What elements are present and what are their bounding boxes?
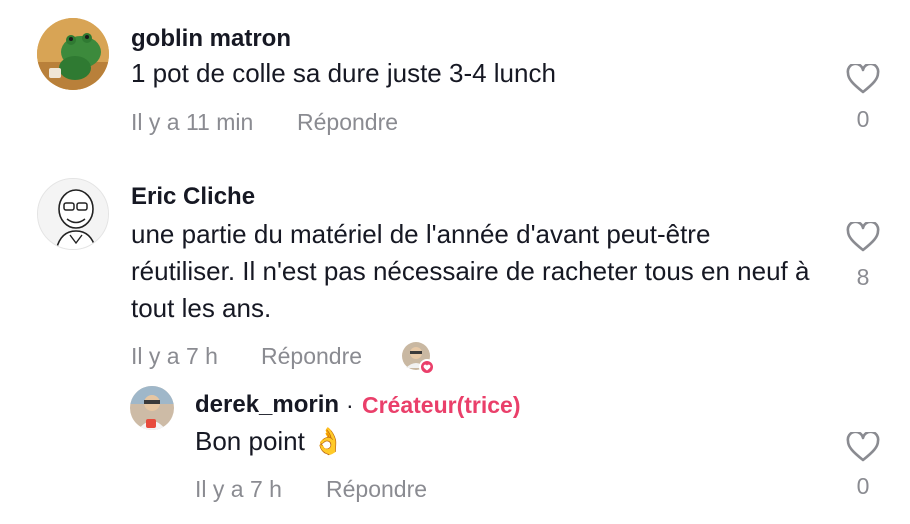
like-button[interactable] [846, 220, 880, 257]
reply-button[interactable]: Répondre [297, 109, 398, 136]
heart-icon [846, 430, 880, 462]
reply-button[interactable]: Répondre [261, 343, 362, 370]
comment-timestamp: Il y a 7 h [131, 343, 218, 369]
comment-text: 1 pot de colle sa dure juste 3-4 lunch [131, 58, 556, 88]
like-button[interactable] [846, 62, 880, 99]
comment-username[interactable]: Eric Cliche [131, 183, 255, 211]
reply-button[interactable]: Répondre [326, 476, 427, 503]
creator-liked-avatar-icon [401, 341, 435, 375]
creator-badge: Créateur(trice) [362, 392, 521, 418]
reply-timestamp: Il y a 7 h [195, 476, 282, 502]
caricature-avatar-icon[interactable] [37, 178, 109, 250]
frog-avatar-icon[interactable] [37, 18, 109, 90]
comment-timestamp: Il y a 11 min [131, 109, 254, 135]
creator-avatar-icon[interactable] [130, 386, 174, 430]
heart-icon [846, 62, 880, 94]
name-separator: · [346, 392, 354, 418]
heart-icon [846, 220, 880, 252]
like-button[interactable] [846, 430, 880, 467]
like-count: 0 [856, 473, 870, 499]
reply-username[interactable]: derek_morin [195, 391, 339, 419]
comment-username[interactable]: goblin matron [131, 25, 291, 53]
comment-text: une partie du matériel de l'année d'avan… [131, 219, 810, 323]
reply-text: Bon point 👌 [195, 426, 345, 456]
like-count: 0 [856, 106, 870, 132]
like-count: 8 [856, 264, 870, 290]
